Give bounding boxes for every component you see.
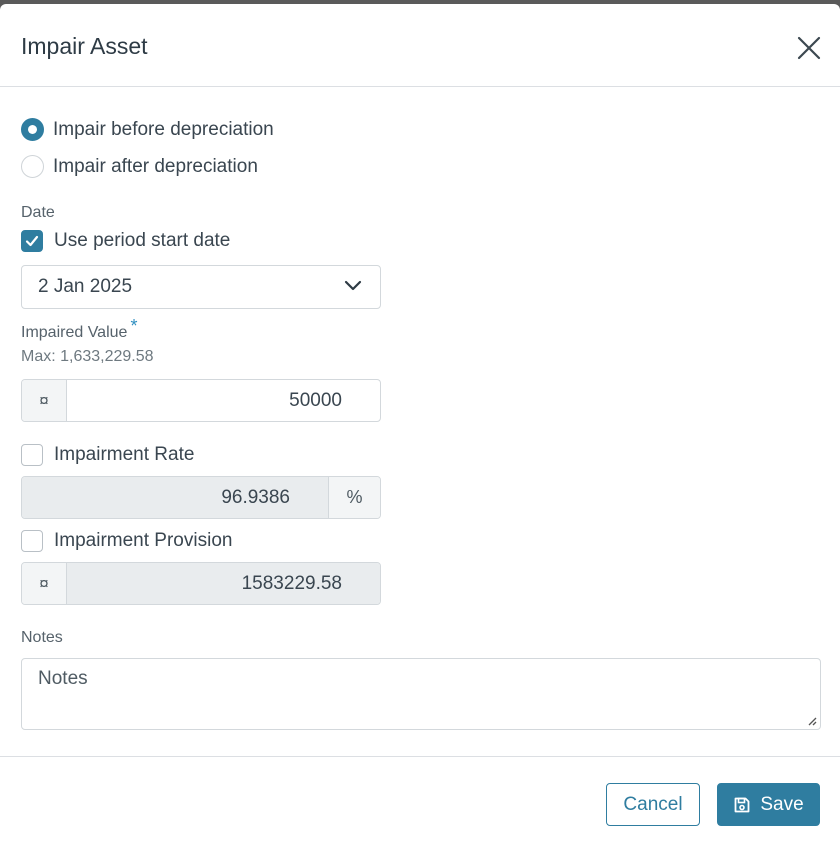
impaired-value-label: Impaired Value * bbox=[21, 316, 137, 342]
checkbox-label: Impairment Provision bbox=[54, 530, 233, 551]
impairment-rate-input: 96.9386 bbox=[22, 477, 328, 518]
date-label: Date bbox=[21, 204, 55, 221]
radio-impair-before-depreciation[interactable]: Impair before depreciation bbox=[21, 118, 274, 141]
checkbox[interactable] bbox=[21, 530, 43, 552]
required-mark: * bbox=[130, 316, 138, 336]
checkbox-label: Impairment Rate bbox=[54, 444, 195, 465]
impaired-value-label-text: Impaired Value bbox=[21, 324, 128, 341]
date-select-value: 2 Jan 2025 bbox=[38, 276, 133, 297]
radio-label: Impair after depreciation bbox=[53, 155, 258, 177]
percent-suffix: % bbox=[328, 477, 380, 518]
use-period-start-date-checkbox[interactable]: Use period start date bbox=[21, 230, 230, 252]
impairment-rate-input-group: 96.9386 % bbox=[21, 476, 381, 519]
modal-footer: Cancel Save bbox=[0, 756, 840, 845]
date-select[interactable]: 2 Jan 2025 bbox=[21, 265, 381, 309]
impaired-value-input-group: ¤ 50000 bbox=[21, 379, 381, 422]
impairment-rate-checkbox[interactable]: Impairment Rate bbox=[21, 444, 194, 466]
impairment-provision-input: 1583229.58 bbox=[67, 563, 380, 604]
checkmark-icon bbox=[25, 235, 39, 247]
radio-button-selected[interactable] bbox=[21, 118, 44, 141]
close-icon bbox=[797, 36, 821, 60]
currency-symbol: ¤ bbox=[22, 380, 67, 421]
radio-label: Impair before depreciation bbox=[53, 118, 274, 140]
notes-textarea[interactable]: Notes bbox=[21, 658, 821, 730]
modal-title: Impair Asset bbox=[21, 33, 148, 59]
radio-button[interactable] bbox=[21, 155, 44, 178]
save-button[interactable]: Save bbox=[717, 783, 820, 826]
close-button[interactable] bbox=[795, 34, 823, 62]
max-value-hint: Max: 1,633,229.58 bbox=[21, 348, 154, 365]
checkbox-checked[interactable] bbox=[21, 230, 43, 252]
modal-header: Impair Asset bbox=[0, 4, 840, 87]
notes-label: Notes bbox=[21, 629, 63, 646]
chevron-down-icon bbox=[344, 280, 362, 291]
impaired-value-input[interactable]: 50000 bbox=[67, 380, 380, 421]
impair-asset-modal: Impair Asset Impair before depreciation … bbox=[0, 4, 840, 845]
save-icon bbox=[733, 796, 751, 814]
save-label: Save bbox=[760, 793, 804, 815]
checkbox[interactable] bbox=[21, 444, 43, 466]
cancel-button[interactable]: Cancel bbox=[606, 783, 700, 826]
resize-handle-icon[interactable] bbox=[807, 716, 817, 726]
checkbox-label: Use period start date bbox=[54, 230, 231, 251]
impairment-provision-checkbox[interactable]: Impairment Provision bbox=[21, 530, 232, 552]
notes-placeholder: Notes bbox=[38, 668, 88, 689]
currency-symbol: ¤ bbox=[22, 563, 67, 604]
impairment-provision-input-group: ¤ 1583229.58 bbox=[21, 562, 381, 605]
radio-impair-after-depreciation[interactable]: Impair after depreciation bbox=[21, 155, 258, 178]
